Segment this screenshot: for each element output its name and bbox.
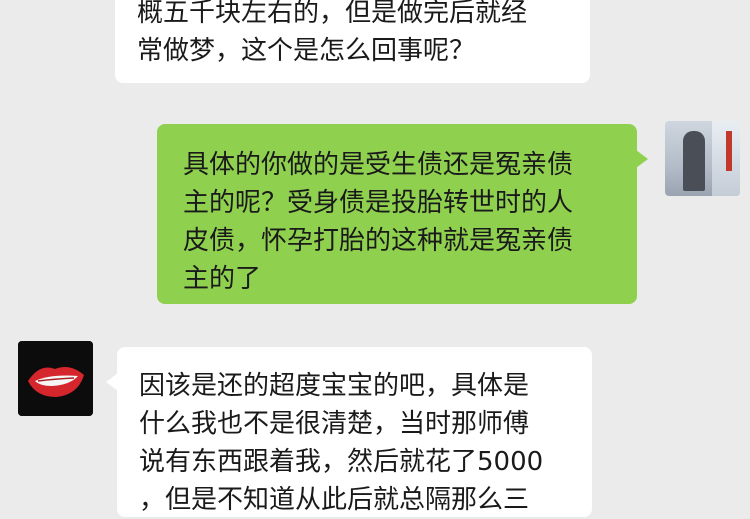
message-line: 主的了	[183, 264, 262, 294]
avatar-detail	[726, 131, 732, 171]
message-line: 常做梦，这个是怎么回事呢？	[137, 36, 476, 66]
message-line: 具体的你做的是受生债还是冤亲债	[183, 150, 574, 180]
red-lips-avatar-icon	[18, 341, 93, 416]
message-line: ，但是不知道从此后就总隔那么三	[139, 485, 530, 515]
message-line: 皮债，怀孕打胎的这种就是冤亲债	[183, 226, 574, 256]
message-bubble-outgoing[interactable]: 具体的你做的是受生债还是冤亲债 主的呢？受身债是投胎转世时的人 皮债，怀孕打胎的…	[157, 124, 648, 304]
avatar-other[interactable]	[18, 341, 93, 416]
message-line: 说有东西跟着我，然后就花了5000	[139, 447, 544, 477]
message-bubble-incoming[interactable]: 概五千块左右的，但是做完后就经 常做梦，这个是怎么回事呢？	[115, 0, 590, 83]
message-line: 主的呢？受身债是投胎转世时的人	[183, 188, 574, 218]
avatar-figure	[683, 131, 705, 191]
avatar-self[interactable]	[665, 121, 740, 196]
message-line: 概五千块左右的，但是做完后就经	[137, 0, 528, 28]
message-bubble-incoming[interactable]: 因该是还的超度宝宝的吧，具体是 什么我也不是很清楚，当时那师傅 说有东西跟着我，…	[106, 347, 592, 517]
message-line: 因该是还的超度宝宝的吧，具体是	[139, 371, 530, 401]
message-line: 什么我也不是很清楚，当时那师傅	[139, 409, 530, 439]
